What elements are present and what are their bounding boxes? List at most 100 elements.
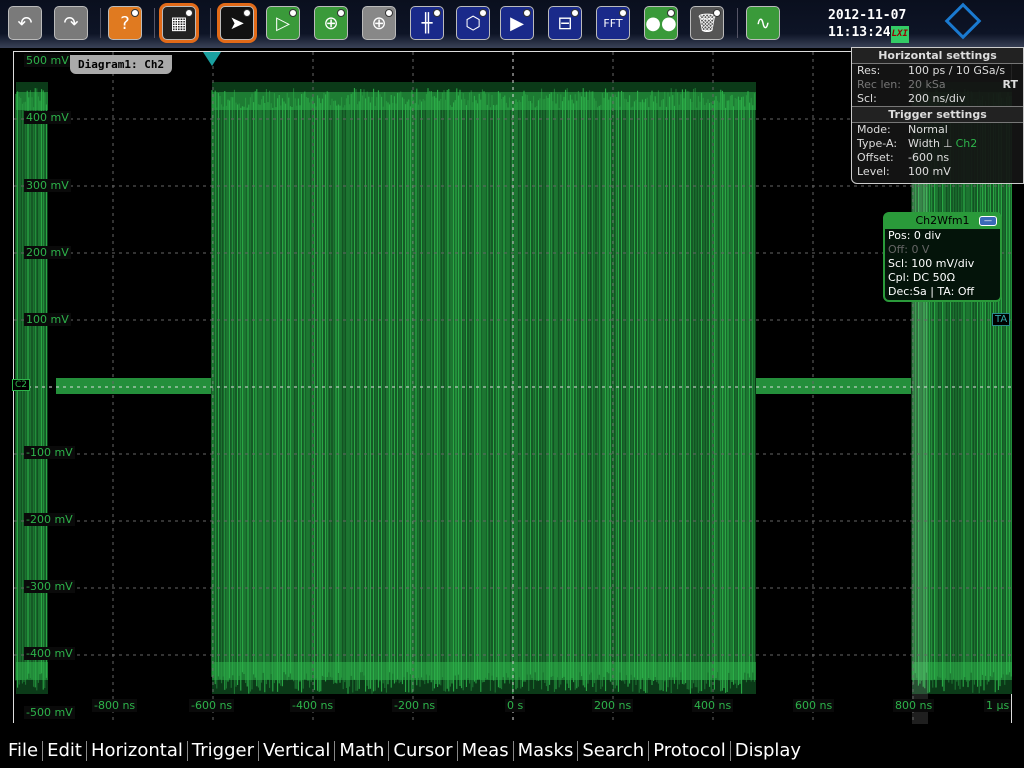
x-axis-label: 800 ns xyxy=(893,699,935,712)
x-axis-label: -600 ns xyxy=(189,699,235,712)
waveform-button[interactable]: ∿ xyxy=(746,6,780,40)
option-dot-icon xyxy=(479,9,487,17)
menu-file[interactable]: File xyxy=(4,740,44,761)
search-binoculars-button[interactable]: ●● xyxy=(644,6,678,40)
offset-value: -600 ns xyxy=(908,151,950,164)
pointer-icon: ➤ xyxy=(229,12,245,34)
width-pulse-icon: ⊥ xyxy=(942,137,953,150)
mode-value: Normal xyxy=(908,123,948,136)
grid-layout-icon: ▦ xyxy=(170,12,188,34)
date-time: 2012-11-07 11:13:24LXI xyxy=(828,7,909,43)
x-axis-label: 1 µs xyxy=(984,699,1012,712)
low-level-band xyxy=(212,662,756,680)
x-axis-label: 600 ns xyxy=(793,699,835,712)
y-axis-label: 500 mV xyxy=(24,54,71,67)
pointer-button[interactable]: ➤ xyxy=(220,6,254,40)
redo-icon: ↷ xyxy=(63,12,79,34)
high-level-band xyxy=(212,92,756,110)
low-level-band xyxy=(16,662,48,680)
trigger-icon: ▶ xyxy=(510,12,524,34)
offset-label: Offset: xyxy=(857,151,894,164)
level-value: 100 mV xyxy=(908,165,951,178)
help-button[interactable]: ? xyxy=(108,6,142,40)
x-axis-label: 200 ns xyxy=(592,699,634,712)
y-axis-label: 300 mV xyxy=(24,179,71,192)
undo-icon: ↶ xyxy=(17,12,33,34)
option-dot-icon xyxy=(667,9,675,17)
menu-trigger[interactable]: Trigger xyxy=(188,740,259,761)
x-axis-label: 0 s xyxy=(505,699,526,712)
menu-search[interactable]: Search xyxy=(578,740,650,761)
waveform-info-box[interactable]: Ch2Wfm1 — Pos: 0 div Off: 0 V Scl: 100 mV… xyxy=(883,212,1002,302)
waveform-title: Ch2Wfm1 xyxy=(915,214,970,227)
menu-math[interactable]: Math xyxy=(335,740,390,761)
fft-button[interactable]: FFT xyxy=(596,6,630,40)
option-dot-icon xyxy=(289,9,297,17)
time: 11:13:24 xyxy=(828,25,891,40)
option-dot-icon xyxy=(131,9,139,17)
trigger-source: Ch2 xyxy=(955,137,978,150)
option-dot-icon xyxy=(571,9,579,17)
menu-vertical[interactable]: Vertical xyxy=(259,740,336,761)
menu-bar: File Edit Horizontal Trigger Vertical Math Cur… xyxy=(0,733,1024,768)
res-label: Res: xyxy=(857,64,881,77)
undo-button[interactable]: ↶ xyxy=(8,6,42,40)
menu-meas[interactable]: Meas xyxy=(458,740,514,761)
y-axis-label: -200 mV xyxy=(24,513,75,526)
date: 2012-11-07 xyxy=(828,8,907,23)
mask-button[interactable]: ⬡ xyxy=(456,6,490,40)
option-dot-icon xyxy=(713,9,721,17)
horizontal-settings-title: Horizontal settings xyxy=(852,48,1023,64)
trigger-button[interactable]: ▶ xyxy=(500,6,534,40)
amplifier-icon: ▷ xyxy=(276,12,290,34)
lxi-logo: LXI xyxy=(890,26,909,43)
high-level-band xyxy=(16,92,48,110)
mode-label: Mode: xyxy=(857,123,891,136)
menu-masks[interactable]: Masks xyxy=(514,740,579,761)
trigger-level-marker[interactable]: TA xyxy=(992,313,1011,326)
y-axis-label: -500 mV xyxy=(24,706,75,719)
menu-display[interactable]: Display xyxy=(731,740,805,761)
channel-offset-marker[interactable]: C2 xyxy=(12,379,31,391)
scale: Scl: 100 mV/div xyxy=(888,257,975,270)
settings-panel[interactable]: Horizontal settings Res: 100 ps / 10 GSa/… xyxy=(851,47,1024,184)
menu-edit[interactable]: Edit xyxy=(43,740,87,761)
y-axis-label: -400 mV xyxy=(24,647,75,660)
x-axis-label: -400 ns xyxy=(290,699,336,712)
option-dot-icon xyxy=(523,9,531,17)
mask-icon: ⬡ xyxy=(465,12,481,34)
minimize-button[interactable]: — xyxy=(979,216,997,226)
trigger-position-marker[interactable] xyxy=(203,52,221,66)
rt-badge: RT xyxy=(1002,78,1018,91)
cursor-button[interactable]: ╫ xyxy=(410,6,444,40)
grid-layout-button[interactable]: ▦ xyxy=(162,6,196,40)
toolbar-separator xyxy=(210,8,211,38)
option-dot-icon xyxy=(433,9,441,17)
cursor-icon: ╫ xyxy=(421,12,433,34)
menu-protocol[interactable]: Protocol xyxy=(649,740,731,761)
option-dot-icon xyxy=(185,9,193,17)
menu-horizontal[interactable]: Horizontal xyxy=(87,740,188,761)
zoom-in-icon: ⊕ xyxy=(323,12,339,34)
option-dot-icon xyxy=(243,9,251,17)
position: Pos: 0 div xyxy=(888,229,941,242)
scale-label: Scl: xyxy=(857,92,877,105)
rec-len-label: Rec len: xyxy=(857,78,901,91)
option-dot-icon xyxy=(385,9,393,17)
delete-button[interactable]: 🗑 xyxy=(690,6,724,40)
toolbar-separator xyxy=(737,8,738,38)
amplifier-button[interactable]: ▷ xyxy=(266,6,300,40)
redo-button[interactable]: ↷ xyxy=(54,6,88,40)
type-label: Type-A: xyxy=(857,137,898,150)
measure-button[interactable]: ⊟ xyxy=(548,6,582,40)
scale-value: 200 ns/div xyxy=(908,92,966,105)
trigger-settings-title: Trigger settings xyxy=(852,107,1023,123)
multi-zoom-button[interactable]: ⊕ xyxy=(362,6,396,40)
zoom-in-button[interactable]: ⊕ xyxy=(314,6,348,40)
diagram-tab[interactable]: Diagram1: Ch2 xyxy=(70,55,173,74)
waveform-icon: ∿ xyxy=(755,12,771,34)
type-value: Width xyxy=(908,137,940,150)
menu-cursor[interactable]: Cursor xyxy=(389,740,458,761)
y-axis-label: 200 mV xyxy=(24,246,71,259)
y-axis-label: -300 mV xyxy=(24,580,75,593)
